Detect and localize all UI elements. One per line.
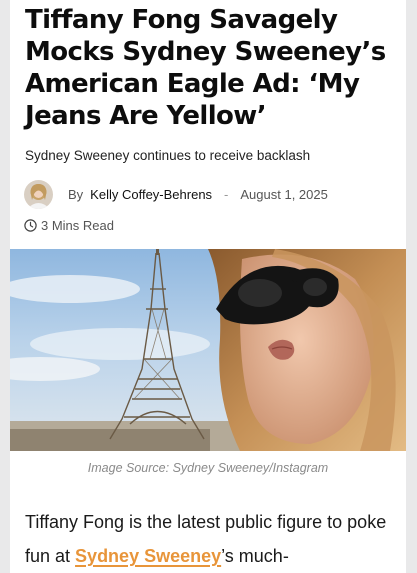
clock-icon: [24, 219, 37, 232]
read-time: 3 Mins Read: [24, 218, 114, 233]
author-avatar[interactable]: [24, 179, 53, 209]
article-body: Tiffany Fong is the latest public figure…: [25, 505, 397, 573]
read-time-label: 3 Mins Read: [41, 218, 114, 233]
byline-separator: -: [224, 186, 229, 202]
byline: By Kelly Coffey-Behrens - August 1, 2025: [24, 179, 328, 209]
article-headline: Tiffany Fong Savagely Mocks Sydney Sween…: [25, 5, 386, 131]
article-page: Tiffany Fong Savagely Mocks Sydney Sween…: [10, 0, 406, 573]
byline-prefix: By: [68, 186, 84, 202]
article-subheadline: Sydney Sweeney continues to receive back…: [25, 148, 311, 163]
hero-image: [10, 249, 406, 451]
publish-date: August 1, 2025: [240, 186, 328, 202]
sydney-sweeney-link[interactable]: Sydney Sweeney: [75, 546, 221, 566]
author-link[interactable]: Kelly Coffey-Behrens: [90, 187, 212, 202]
image-caption: Image Source: Sydney Sweeney/Instagram: [87, 461, 329, 475]
body-text-end: ’s much-: [221, 546, 289, 566]
